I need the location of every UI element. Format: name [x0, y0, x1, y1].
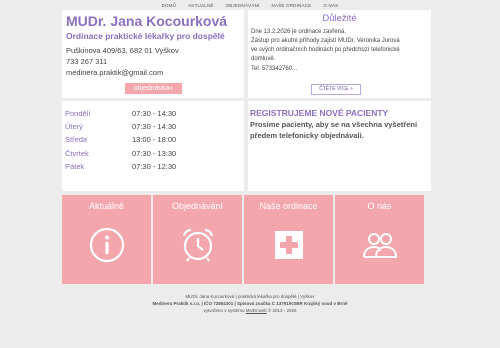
nav-item-aktualne[interactable]: Aktuálně — [188, 3, 213, 8]
footer-copyright: © 2013 - 2026 — [266, 308, 297, 313]
nav-item-home[interactable]: Domů — [162, 3, 177, 8]
news-line: Dne 13.2.2026 je ordinace zavřená. — [251, 29, 347, 35]
tile-o-nas[interactable]: O nás — [335, 195, 424, 284]
top-navigation: Domů Aktuálně Objednávání Naše ordinace … — [0, 0, 500, 10]
practice-subtitle: Ordinace praktické lékařky pro dospělé — [66, 31, 225, 41]
tile-label: Naše ordinace — [259, 201, 318, 211]
new-patients-text: Prosíme pacienty, aby se na všechna vyše… — [250, 120, 418, 129]
office-hours-panel: Pondělí 07:30 - 14:30 Úterý 07:30 - 14:3… — [62, 101, 244, 191]
hours-row: Úterý 07:30 - 14:30 — [62, 122, 244, 134]
people-icon — [363, 233, 398, 258]
footer-cms-link[interactable]: MUDr.web — [246, 308, 267, 313]
tile-label: Objednávání — [171, 201, 224, 211]
alarm-clock-icon — [182, 228, 214, 262]
hours-day: Pátek — [65, 162, 85, 171]
hours-day: Středa — [65, 135, 88, 144]
news-title: Důležité — [322, 13, 357, 24]
nav-item-objednavani[interactable]: Objednávání — [226, 3, 260, 8]
email-link[interactable]: medinera.praktik@gmail.com — [66, 68, 163, 77]
footer-line-3: vytvořeno v systému MUDr.web © 2013 - 20… — [0, 308, 500, 313]
hours-day: Pondělí — [65, 109, 91, 118]
contact-panel: MUDr. Jana Kocourková Ordinace praktické… — [62, 10, 244, 98]
news-line: ve svých ordinačních hodinách po předcho… — [251, 47, 400, 53]
hours-time: 13:00 - 18:00 — [132, 135, 177, 144]
tile-aktualne[interactable]: Aktuálně — [62, 195, 151, 284]
hours-row: Čtvrtek 07:30 - 13:30 — [62, 149, 244, 161]
doctor-name: MUDr. Jana Kocourková — [66, 13, 228, 29]
footer-line-2: Medinera Praktik s.r.o. | IČO 72854301 |… — [152, 301, 348, 306]
read-more-button[interactable]: ČTĚTE VÍCE » — [311, 84, 361, 95]
hours-time: 07:30 - 14:30 — [132, 122, 177, 131]
order-button[interactable]: objednávka» — [125, 83, 182, 94]
address: Puškinova 409/63, 682 01 Vyškov — [66, 46, 179, 55]
footer-created-label: vytvořeno v systému — [203, 308, 246, 313]
hours-day: Úterý — [65, 122, 83, 131]
new-patients-text: předem telefonicky objednávali. — [250, 131, 364, 140]
news-panel: Důležité Dne 13.2.2026 je ordinace zavře… — [248, 10, 431, 98]
new-patients-panel: REGISTRUJEME NOVÉ PACIENTY Prosíme pacie… — [248, 101, 431, 191]
nav-item-o-nas[interactable]: O nás — [323, 3, 338, 8]
news-line: Tel. 573342760... — [251, 66, 298, 72]
footer-line-1: MUDr. Jana Kocourková | praktická lékařk… — [185, 294, 315, 299]
tile-objednavani[interactable]: Objednávání — [153, 195, 242, 284]
hours-row: Pátek 07:30 - 12:30 — [62, 162, 244, 174]
hours-row: Pondělí 07:30 - 14:30 — [62, 109, 244, 121]
hours-time: 07:30 - 13:30 — [132, 149, 177, 158]
tile-nase-ordinace[interactable]: Naše ordinace — [244, 195, 333, 284]
hours-time: 07:30 - 14:30 — [132, 109, 177, 118]
news-line: domluvě. — [251, 56, 276, 62]
tile-label: Aktuálně — [88, 201, 125, 211]
nav-item-ordinace[interactable]: Naše ordinace — [272, 3, 312, 8]
hours-time: 07:30 - 12:30 — [132, 162, 177, 171]
phone: 733 267 311 — [66, 57, 108, 66]
new-patients-title: REGISTRUJEME NOVÉ PACIENTY — [250, 108, 389, 118]
tile-label: O nás — [367, 201, 392, 211]
medical-cross-icon — [275, 231, 303, 259]
hours-day: Čtvrtek — [65, 149, 89, 158]
hours-row: Středa 13:00 - 18:00 — [62, 135, 244, 147]
news-line: Zástup pro akutní příhody zajistí MUDr. … — [251, 38, 400, 44]
info-icon — [89, 227, 125, 263]
